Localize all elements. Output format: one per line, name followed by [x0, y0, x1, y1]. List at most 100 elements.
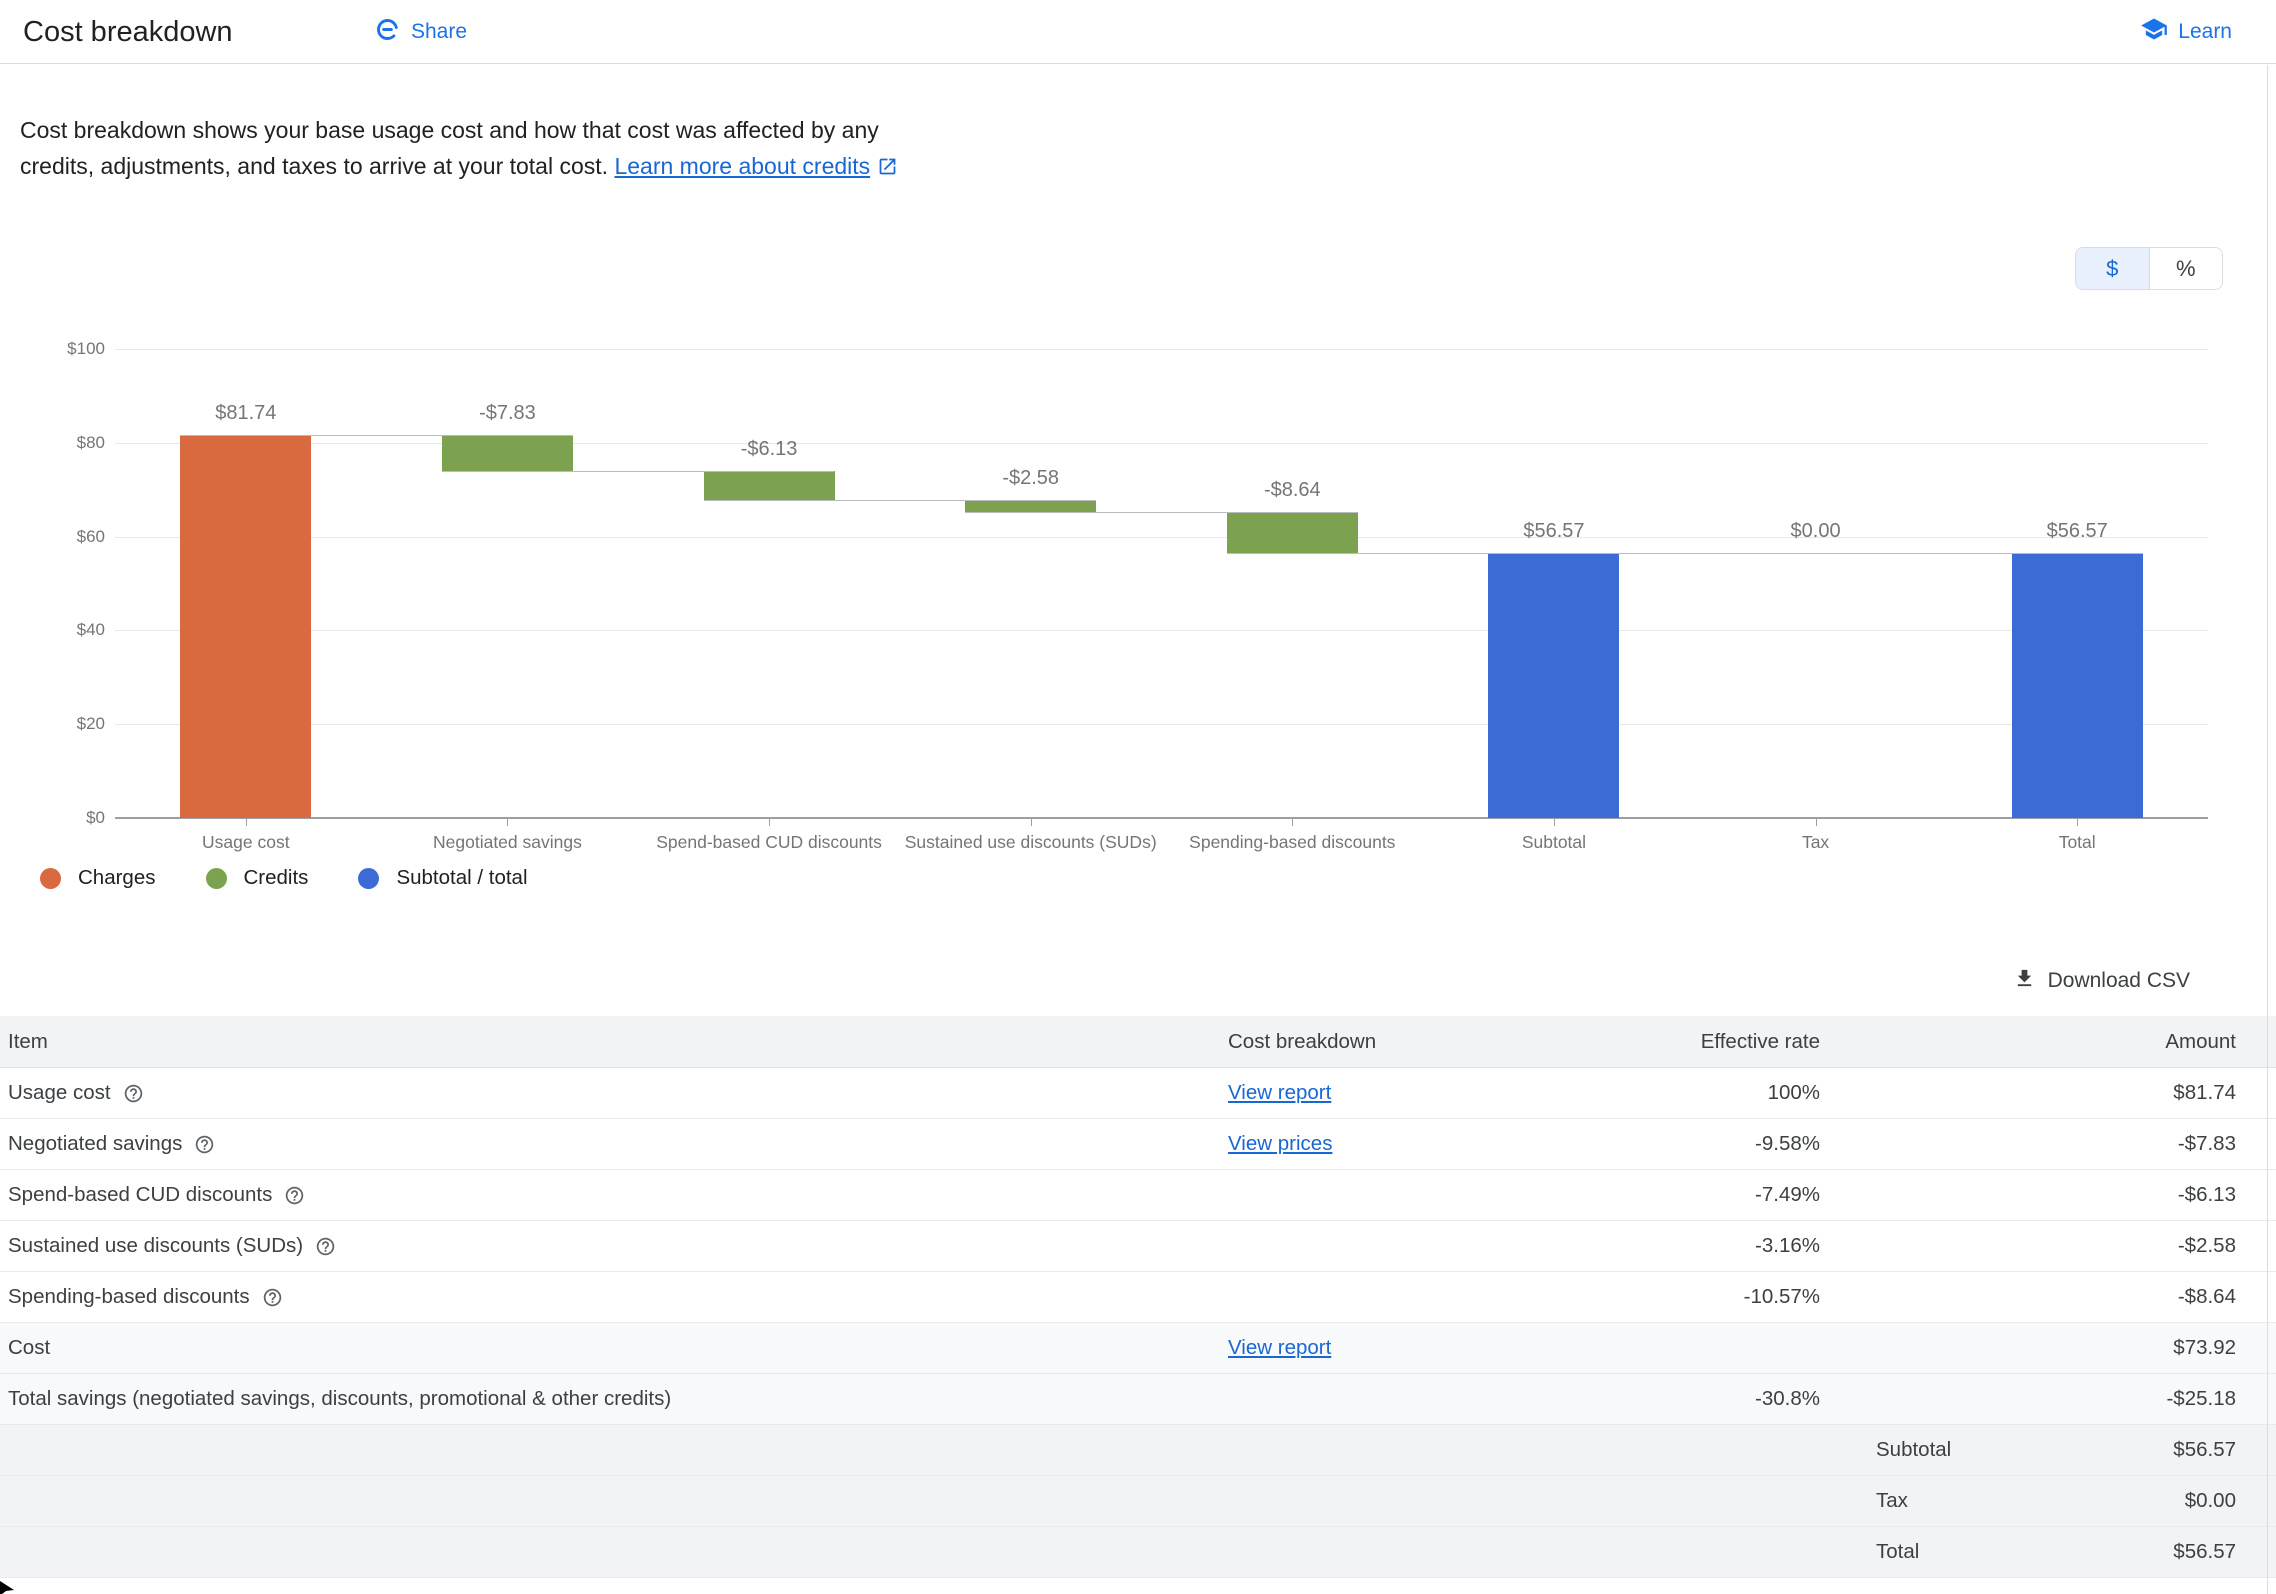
x-axis-tick [769, 819, 770, 826]
amount-cell: $81.74 [2173, 1068, 2236, 1118]
effective-rate-cell: -7.49% [1755, 1170, 1820, 1220]
x-axis-label-usage-cost: Usage cost [115, 832, 377, 853]
table-row-negotiated-savings: Negotiated savings View prices -9.58% -$7.8… [0, 1119, 2276, 1170]
help-icon[interactable] [194, 1134, 215, 1155]
bar-total[interactable] [2012, 553, 2143, 818]
amount-cell: -$7.83 [2178, 1119, 2236, 1169]
legend-label: Subtotal / total [396, 866, 527, 890]
item-cell: Total savings (negotiated savings, disco… [8, 1374, 671, 1424]
bar-value-label: -$2.58 [921, 467, 1141, 490]
help-icon[interactable] [284, 1185, 305, 1206]
y-axis-label: $20 [0, 714, 105, 734]
item-cell: Sustained use discounts (SUDs) [8, 1221, 336, 1271]
view-prices-link[interactable]: View prices [1228, 1132, 1332, 1156]
table-row-usage-cost: Usage cost View report 100% $81.74 [0, 1068, 2276, 1119]
effective-rate-cell: 100% [1768, 1068, 1820, 1118]
x-axis-tick [246, 819, 247, 826]
column-header-item: Item [8, 1016, 48, 1067]
gridline [115, 349, 2208, 350]
legend-swatch-subtotal-total [358, 868, 379, 889]
amount-cell: $56.57 [2173, 1425, 2236, 1475]
x-axis-tick [2077, 819, 2078, 826]
bar-value-label: $56.57 [1967, 520, 2187, 543]
bar-value-label: $0.00 [1706, 520, 1926, 543]
dollar-toggle-button[interactable]: $ [2076, 248, 2150, 289]
legend-item-credits: Credits [206, 866, 309, 890]
graduation-cap-icon [2140, 15, 2168, 49]
column-header-cost-breakdown: Cost breakdown [1228, 1016, 1376, 1067]
legend-item-charges: Charges [40, 866, 156, 890]
help-icon[interactable] [262, 1287, 283, 1308]
page-scrollbar[interactable] [2267, 65, 2268, 1594]
item-label: Spending-based discounts [8, 1285, 250, 1309]
legend-label: Credits [244, 866, 309, 890]
amount-cell: -$2.58 [2178, 1221, 2236, 1271]
learn-more-credits-link[interactable]: Learn more about credits [614, 153, 870, 179]
chart-legend: Charges Credits Subtotal / total [40, 866, 578, 890]
item-label: Usage cost [8, 1081, 111, 1105]
cost-breakdown-page: Cost breakdown Share Learn Cost breakdow… [0, 0, 2276, 1594]
item-cell: Cost [8, 1323, 50, 1373]
x-axis-tick [1816, 819, 1817, 826]
item-cell: Usage cost [8, 1068, 144, 1118]
table-row-sustained-use-discounts-suds: Sustained use discounts (SUDs)-3.16%-$2.… [0, 1221, 2276, 1272]
y-axis-label: $0 [0, 808, 105, 828]
bar-spend-based-cud-discounts[interactable] [704, 471, 835, 500]
amount-cell: $73.92 [2173, 1323, 2236, 1373]
gridline [115, 630, 2208, 631]
view-report-link[interactable]: View report [1228, 1081, 1331, 1105]
summary-label-total: Total [1876, 1527, 1919, 1577]
bar-value-label: -$7.83 [397, 402, 617, 425]
amount-cell: -$25.18 [2166, 1374, 2236, 1424]
bar-sustained-use-discounts-suds[interactable] [965, 500, 1096, 512]
table-body: Usage costView report100%$81.74Negotiate… [0, 1068, 2276, 1578]
view-report-link[interactable]: View report [1228, 1336, 1331, 1360]
download-csv-button[interactable]: Download CSV [2013, 958, 2190, 1004]
cost-breakdown-cell: View report [1228, 1323, 1331, 1373]
y-axis-label: $80 [0, 433, 105, 453]
x-axis-label-spend-based-cud-discounts: Spend-based CUD discounts [638, 832, 900, 853]
description-text: Cost breakdown shows your base usage cos… [20, 112, 938, 187]
bar-subtotal[interactable] [1488, 553, 1619, 818]
y-axis-label: $100 [0, 339, 105, 359]
help-icon[interactable] [315, 1236, 336, 1257]
x-axis-label-tax: Tax [1685, 832, 1947, 853]
gridline [115, 724, 2208, 725]
column-header-effective-rate: Effective rate [1701, 1016, 1820, 1067]
table-row-spending-based-discounts: Spending-based discounts-10.57%-$8.64 [0, 1272, 2276, 1323]
unit-toggle: $ % [2075, 247, 2223, 290]
item-cell: Spend-based CUD discounts [8, 1170, 305, 1220]
bar-spending-based-discounts[interactable] [1227, 512, 1358, 553]
legend-swatch-credits [206, 868, 227, 889]
effective-rate-cell: -9.58% [1755, 1119, 1820, 1169]
x-axis-tick [507, 819, 508, 826]
cost-breakdown-cell: View prices [1228, 1119, 1332, 1169]
bar-usage-cost[interactable] [180, 435, 311, 818]
amount-cell: -$6.13 [2178, 1170, 2236, 1220]
bar-negotiated-savings[interactable] [442, 435, 573, 472]
item-cell: Spending-based discounts [8, 1272, 283, 1322]
bar-value-label: -$8.64 [1182, 479, 1402, 502]
percent-toggle-button[interactable]: % [2150, 248, 2223, 289]
x-axis-label-spending-based-discounts: Spending-based discounts [1162, 832, 1424, 853]
item-cell: Negotiated savings [8, 1119, 215, 1169]
y-axis-label: $40 [0, 620, 105, 640]
effective-rate-cell: -30.8% [1755, 1374, 1820, 1424]
x-axis-label-total: Total [1946, 832, 2208, 853]
x-axis-label-sustained-use-discounts-suds: Sustained use discounts (SUDs) [900, 832, 1162, 853]
bar-value-label: $56.57 [1444, 520, 1664, 543]
table-header-row: Item Cost breakdown Effective rate Amoun… [0, 1016, 2276, 1068]
table-row-total: Total$56.57 [0, 1527, 2276, 1578]
share-link-icon [374, 16, 401, 49]
x-axis-label-negotiated-savings: Negotiated savings [377, 832, 639, 853]
column-header-amount: Amount [2165, 1016, 2236, 1067]
help-icon[interactable] [123, 1083, 144, 1104]
table-row-spend-based-cud-discounts: Spend-based CUD discounts -7.49% -$6.13 [0, 1170, 2276, 1221]
legend-swatch-charges [40, 868, 61, 889]
table-row-subtotal: Subtotal$56.57 [0, 1425, 2276, 1476]
learn-button[interactable]: Learn [2140, 0, 2232, 64]
share-label: Share [411, 20, 467, 44]
share-button[interactable]: Share [374, 0, 467, 64]
item-label: Cost [8, 1336, 50, 1360]
x-axis-line [115, 817, 2208, 819]
